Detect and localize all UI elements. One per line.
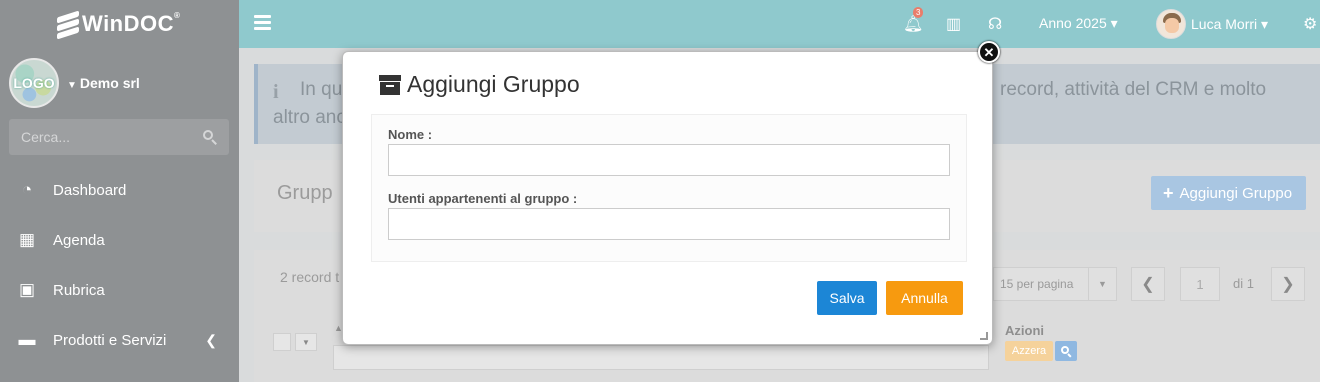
save-button[interactable]: Salva <box>817 281 877 315</box>
select-all-checkbox[interactable] <box>273 333 291 351</box>
select-dropdown[interactable]: ▼ <box>295 333 317 351</box>
menu-toggle-icon[interactable] <box>254 15 271 30</box>
next-page-button[interactable]: ❯ <box>1271 267 1305 301</box>
sidebar-item-label: Dashboard <box>53 181 127 199</box>
users-label: Utenti appartenenti al gruppo : <box>388 191 578 206</box>
sidebar-item-prodotti[interactable]: ▬ Prodotti e Servizi ❮ <box>0 315 239 365</box>
info-text: In qu <box>300 79 343 100</box>
sidebar-item-label: Prodotti e Servizi <box>53 331 167 349</box>
company-switcher[interactable]: LOGO ▼ Demo srl <box>9 58 140 108</box>
search-icon <box>1061 346 1072 358</box>
year-selector[interactable]: Anno 2025 ▾ <box>1039 15 1118 32</box>
close-icon[interactable]: ✕ <box>978 41 1000 63</box>
info-icon: i <box>273 81 279 103</box>
address-book-icon: ▣ <box>18 280 36 299</box>
add-group-label: Aggiungi Gruppo <box>1179 184 1293 202</box>
page-number-input[interactable]: 1 <box>1180 267 1220 301</box>
sidebar-item-label: Agenda <box>53 231 105 249</box>
record-count: 2 record t <box>280 269 340 285</box>
plus-icon: + <box>1163 182 1174 203</box>
calendar-icon: ▦ <box>18 230 36 249</box>
archive-icon <box>379 74 401 95</box>
resize-handle[interactable] <box>980 332 988 340</box>
group-form: Nome : Utenti appartenenti al gruppo : <box>371 114 967 262</box>
app-logo[interactable]: WinDOC® <box>57 8 180 40</box>
per-page-value: 15 per pagina <box>1000 277 1074 291</box>
chevron-left-icon: ❮ <box>205 331 217 348</box>
modal-title-text: Aggiungi Gruppo <box>407 71 580 97</box>
logo-icon <box>57 10 79 40</box>
caret-down-icon: ▼ <box>1088 268 1116 300</box>
sidebar-search <box>9 119 229 155</box>
name-label: Nome : <box>388 127 433 142</box>
per-page-select[interactable]: 15 per pagina ▼ <box>993 267 1117 301</box>
sidebar: WinDOC® LOGO ▼Demo srl ◔ Dashboard ▦ Age… <box>0 0 239 382</box>
page-title: Grupp <box>277 182 333 204</box>
users-input[interactable] <box>388 208 950 240</box>
page-total: di 1 <box>1233 276 1254 291</box>
sidebar-item-dashboard[interactable]: ◔ Dashboard <box>0 165 239 215</box>
building-icon[interactable]: ▥ <box>946 14 961 34</box>
dashboard-icon: ◔ <box>21 180 33 199</box>
actions-header: Azioni <box>1005 323 1044 338</box>
user-name: Luca Morri <box>1191 16 1258 32</box>
user-menu[interactable]: Luca Morri ▾ <box>1156 9 1268 39</box>
reset-filter-button[interactable]: Azzera <box>1005 341 1053 361</box>
company-logo: LOGO <box>9 58 59 108</box>
filter-search-button[interactable] <box>1055 341 1077 361</box>
gear-icon[interactable]: ⚙ <box>1303 14 1317 34</box>
column-filter-input[interactable] <box>333 345 989 370</box>
sidebar-item-rubrica[interactable]: ▣ Rubrica <box>0 265 239 315</box>
search-icon[interactable] <box>203 130 217 145</box>
add-group-modal: Aggiungi Gruppo Nome : Utenti appartenen… <box>342 51 993 345</box>
prev-page-button[interactable]: ❮ <box>1131 267 1165 301</box>
info-text-right: record, attività del CRM e molto <box>1000 79 1267 100</box>
top-header: 🔔︎ 3 ▥ ☊ Anno 2025 ▾ Luca Morri ▾ ⚙ <box>239 0 1320 48</box>
box-icon: ▬ <box>18 330 36 349</box>
headset-icon[interactable]: ☊ <box>988 14 1002 34</box>
sidebar-search-input[interactable] <box>21 129 191 145</box>
add-group-button[interactable]: + Aggiungi Gruppo <box>1151 176 1306 210</box>
name-input[interactable] <box>388 144 950 176</box>
sidebar-item-agenda[interactable]: ▦ Agenda <box>0 215 239 265</box>
modal-title: Aggiungi Gruppo <box>379 71 580 98</box>
logo-text: WinDOC® <box>82 11 181 36</box>
cancel-button[interactable]: Annulla <box>886 281 963 315</box>
sidebar-item-label: Rubrica <box>53 281 105 299</box>
company-name[interactable]: ▼ Demo srl <box>67 75 140 91</box>
caret-down-icon: ▼ <box>67 80 77 91</box>
user-avatar <box>1156 9 1186 39</box>
